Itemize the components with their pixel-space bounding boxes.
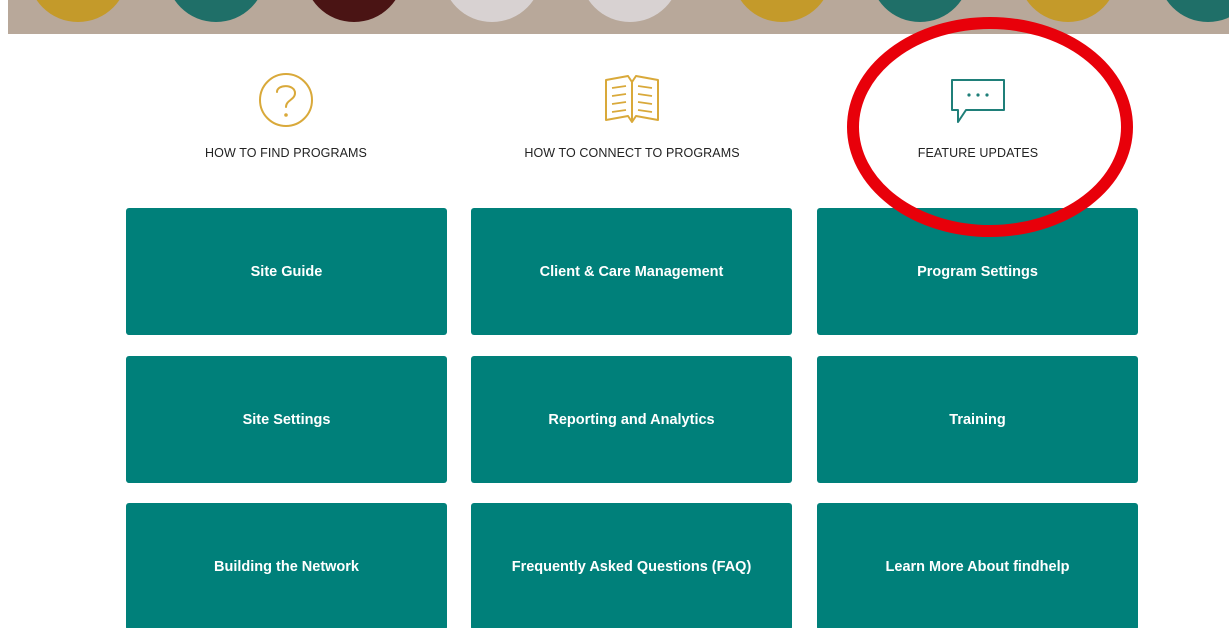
banner-circle [304,0,404,22]
quick-link-connect-programs[interactable]: HOW TO CONNECT TO PROGRAMS [482,72,782,172]
tile-label: Training [949,411,1006,428]
chat-bubble-icon [951,79,1005,123]
tile-label: Learn More About findhelp [885,558,1070,575]
quick-link-find-programs[interactable]: HOW TO FIND PROGRAMS [136,72,436,172]
quick-link-label: HOW TO FIND PROGRAMS [205,146,367,160]
banner-circle [28,0,128,22]
question-circle-icon [259,73,313,127]
tile-label: Frequently Asked Questions (FAQ) [511,558,752,575]
banner-circle [870,0,970,22]
tile-site-settings[interactable]: Site Settings [126,356,447,483]
tile-label: Building the Network [214,558,359,575]
banner-circle [442,0,542,22]
tile-site-guide[interactable]: Site Guide [126,208,447,335]
banner-circle [166,0,266,22]
top-banner [8,0,1229,34]
help-center-page: HOW TO FIND PROGRAMS HOW TO CONNECT TO P… [0,0,1229,628]
quick-link-feature-updates[interactable]: FEATURE UPDATES [828,72,1128,172]
tile-building-network[interactable]: Building the Network [126,503,447,628]
banner-circle [1018,0,1118,22]
tile-label: Client & Care Management [539,263,724,280]
tile-reporting-analytics[interactable]: Reporting and Analytics [471,356,792,483]
tile-label: Reporting and Analytics [548,411,715,428]
tile-label: Program Settings [917,263,1038,280]
tile-client-care-management[interactable]: Client & Care Management [471,208,792,335]
banner-circle [1158,0,1229,22]
banner-circle [580,0,680,22]
quick-link-label: FEATURE UPDATES [917,146,1039,160]
tile-learn-more-findhelp[interactable]: Learn More About findhelp [817,503,1138,628]
tile-faq[interactable]: Frequently Asked Questions (FAQ) [471,503,792,628]
banner-circle [732,0,832,22]
tile-label: Site Guide [250,263,323,280]
tile-program-settings[interactable]: Program Settings [817,208,1138,335]
tile-label: Site Settings [242,411,331,428]
quick-link-label: HOW TO CONNECT TO PROGRAMS [524,146,740,160]
open-book-icon [605,75,659,123]
tile-training[interactable]: Training [817,356,1138,483]
